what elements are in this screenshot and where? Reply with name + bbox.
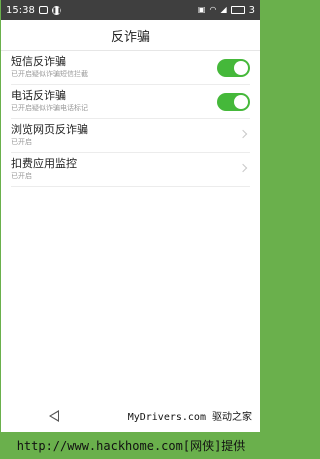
- setting-billing-monitor[interactable]: 扣费应用监控 已开启: [11, 153, 250, 187]
- message-icon: [38, 6, 48, 14]
- status-right: ▣ ◠ ◢ 3: [198, 5, 255, 16]
- status-bar: 15:38 ❚❚ ▣ ◠ ◢ 3: [1, 0, 260, 20]
- footer-text: http://www.hackhome.com[网侠]提供: [16, 439, 246, 453]
- phone-screen: 15:38 ❚❚ ▣ ◠ ◢ 3 反诈骗 短信反诈骗 已开启疑似诈骗短信拦截 电…: [1, 0, 260, 432]
- sms-fraud-toggle[interactable]: [217, 59, 250, 77]
- wifi-icon: ◠: [209, 5, 217, 14]
- watermark: MyDrivers.com 驱动之家: [127, 412, 252, 423]
- status-badge: 3: [248, 4, 255, 16]
- battery-icon: [230, 6, 245, 14]
- settings-list: 短信反诈骗 已开启疑似诈骗短信拦截 电话反诈骗 已开启疑似诈骗电话标记 浏览网页…: [1, 51, 260, 187]
- setting-subtitle: 已开启疑似诈骗电话标记: [11, 104, 88, 112]
- status-time: 15:38: [6, 4, 35, 16]
- setting-title: 扣费应用监控: [11, 157, 77, 170]
- toggle-knob: [234, 95, 248, 109]
- page-title: 反诈骗: [110, 29, 150, 45]
- setting-call-fraud[interactable]: 电话反诈骗 已开启疑似诈骗电话标记: [11, 85, 250, 119]
- toggle-knob: [234, 61, 248, 75]
- setting-subtitle: 已开启: [11, 172, 32, 180]
- signal-icon: ◢: [220, 5, 227, 14]
- setting-subtitle: 已开启疑似诈骗短信拦截: [11, 70, 88, 78]
- call-fraud-toggle[interactable]: [217, 93, 250, 111]
- setting-sms-fraud[interactable]: 短信反诈骗 已开启疑似诈骗短信拦截: [11, 51, 250, 85]
- music-icon: ❚❚: [51, 5, 62, 15]
- setting-title: 电话反诈骗: [11, 89, 66, 102]
- setting-web-fraud[interactable]: 浏览网页反诈骗 已开启: [11, 119, 250, 153]
- setting-subtitle: 已开启: [11, 138, 32, 146]
- setting-title: 短信反诈骗: [11, 55, 66, 68]
- setting-title: 浏览网页反诈骗: [11, 123, 88, 136]
- back-icon[interactable]: [49, 410, 59, 422]
- vibrate-icon: ▣: [197, 5, 206, 14]
- page-title-bar: 反诈骗: [1, 20, 260, 51]
- footer-banner: http://www.hackhome.com[网侠]提供: [0, 432, 262, 459]
- status-left: 15:38 ❚❚: [6, 4, 62, 16]
